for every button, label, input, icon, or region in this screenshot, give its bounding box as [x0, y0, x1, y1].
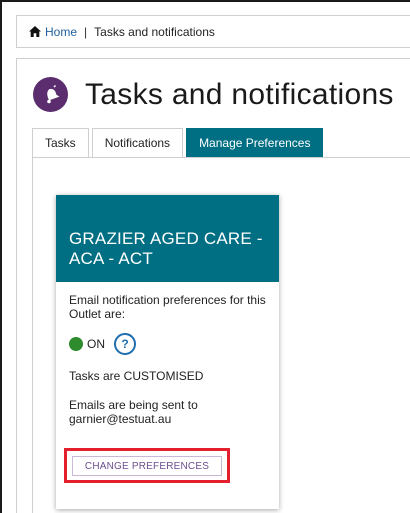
breadcrumb-current: Tasks and notifications	[94, 24, 215, 39]
breadcrumb-home-label: Home	[45, 24, 78, 39]
tab-bar: Tasks Notifications Manage Preferences	[32, 128, 326, 157]
outlet-card-title: GRAZIER AGED CARE - ACA - ACT	[56, 195, 279, 282]
page-header: Tasks and notifications	[33, 77, 394, 112]
preferences-text: Email notification preferences for this …	[69, 293, 266, 321]
outlet-card: GRAZIER AGED CARE - ACA - ACT Email noti…	[56, 195, 279, 509]
page-title: Tasks and notifications	[85, 77, 394, 111]
breadcrumb-home-link[interactable]: Home	[29, 25, 77, 39]
button-highlight-box: CHANGE PREFERENCES	[64, 448, 230, 483]
home-icon	[29, 26, 41, 37]
outlet-card-body: Email notification preferences for this …	[56, 282, 279, 426]
breadcrumb-separator: |	[84, 24, 88, 39]
emails-recipient-text: Emails are being sent to garnier@testuat…	[69, 398, 198, 426]
app-frame: Home | Tasks and notifications Tasks and…	[0, 0, 410, 513]
status-label: ON	[87, 337, 105, 351]
help-icon[interactable]: ?	[114, 333, 136, 355]
tab-manage-preferences[interactable]: Manage Preferences	[186, 128, 324, 157]
breadcrumb: Home | Tasks and notifications	[16, 15, 410, 48]
tab-notifications[interactable]: Notifications	[91, 128, 184, 157]
bell-icon	[33, 77, 68, 112]
status-row: ON ?	[69, 333, 267, 355]
tasks-status-text: Tasks are CUSTOMISED	[69, 369, 204, 383]
status-indicator-icon	[69, 337, 83, 351]
content-panel: Tasks and notifications Tasks Notificati…	[16, 58, 410, 513]
change-preferences-button[interactable]: CHANGE PREFERENCES	[72, 456, 222, 476]
tab-tasks[interactable]: Tasks	[32, 128, 89, 157]
